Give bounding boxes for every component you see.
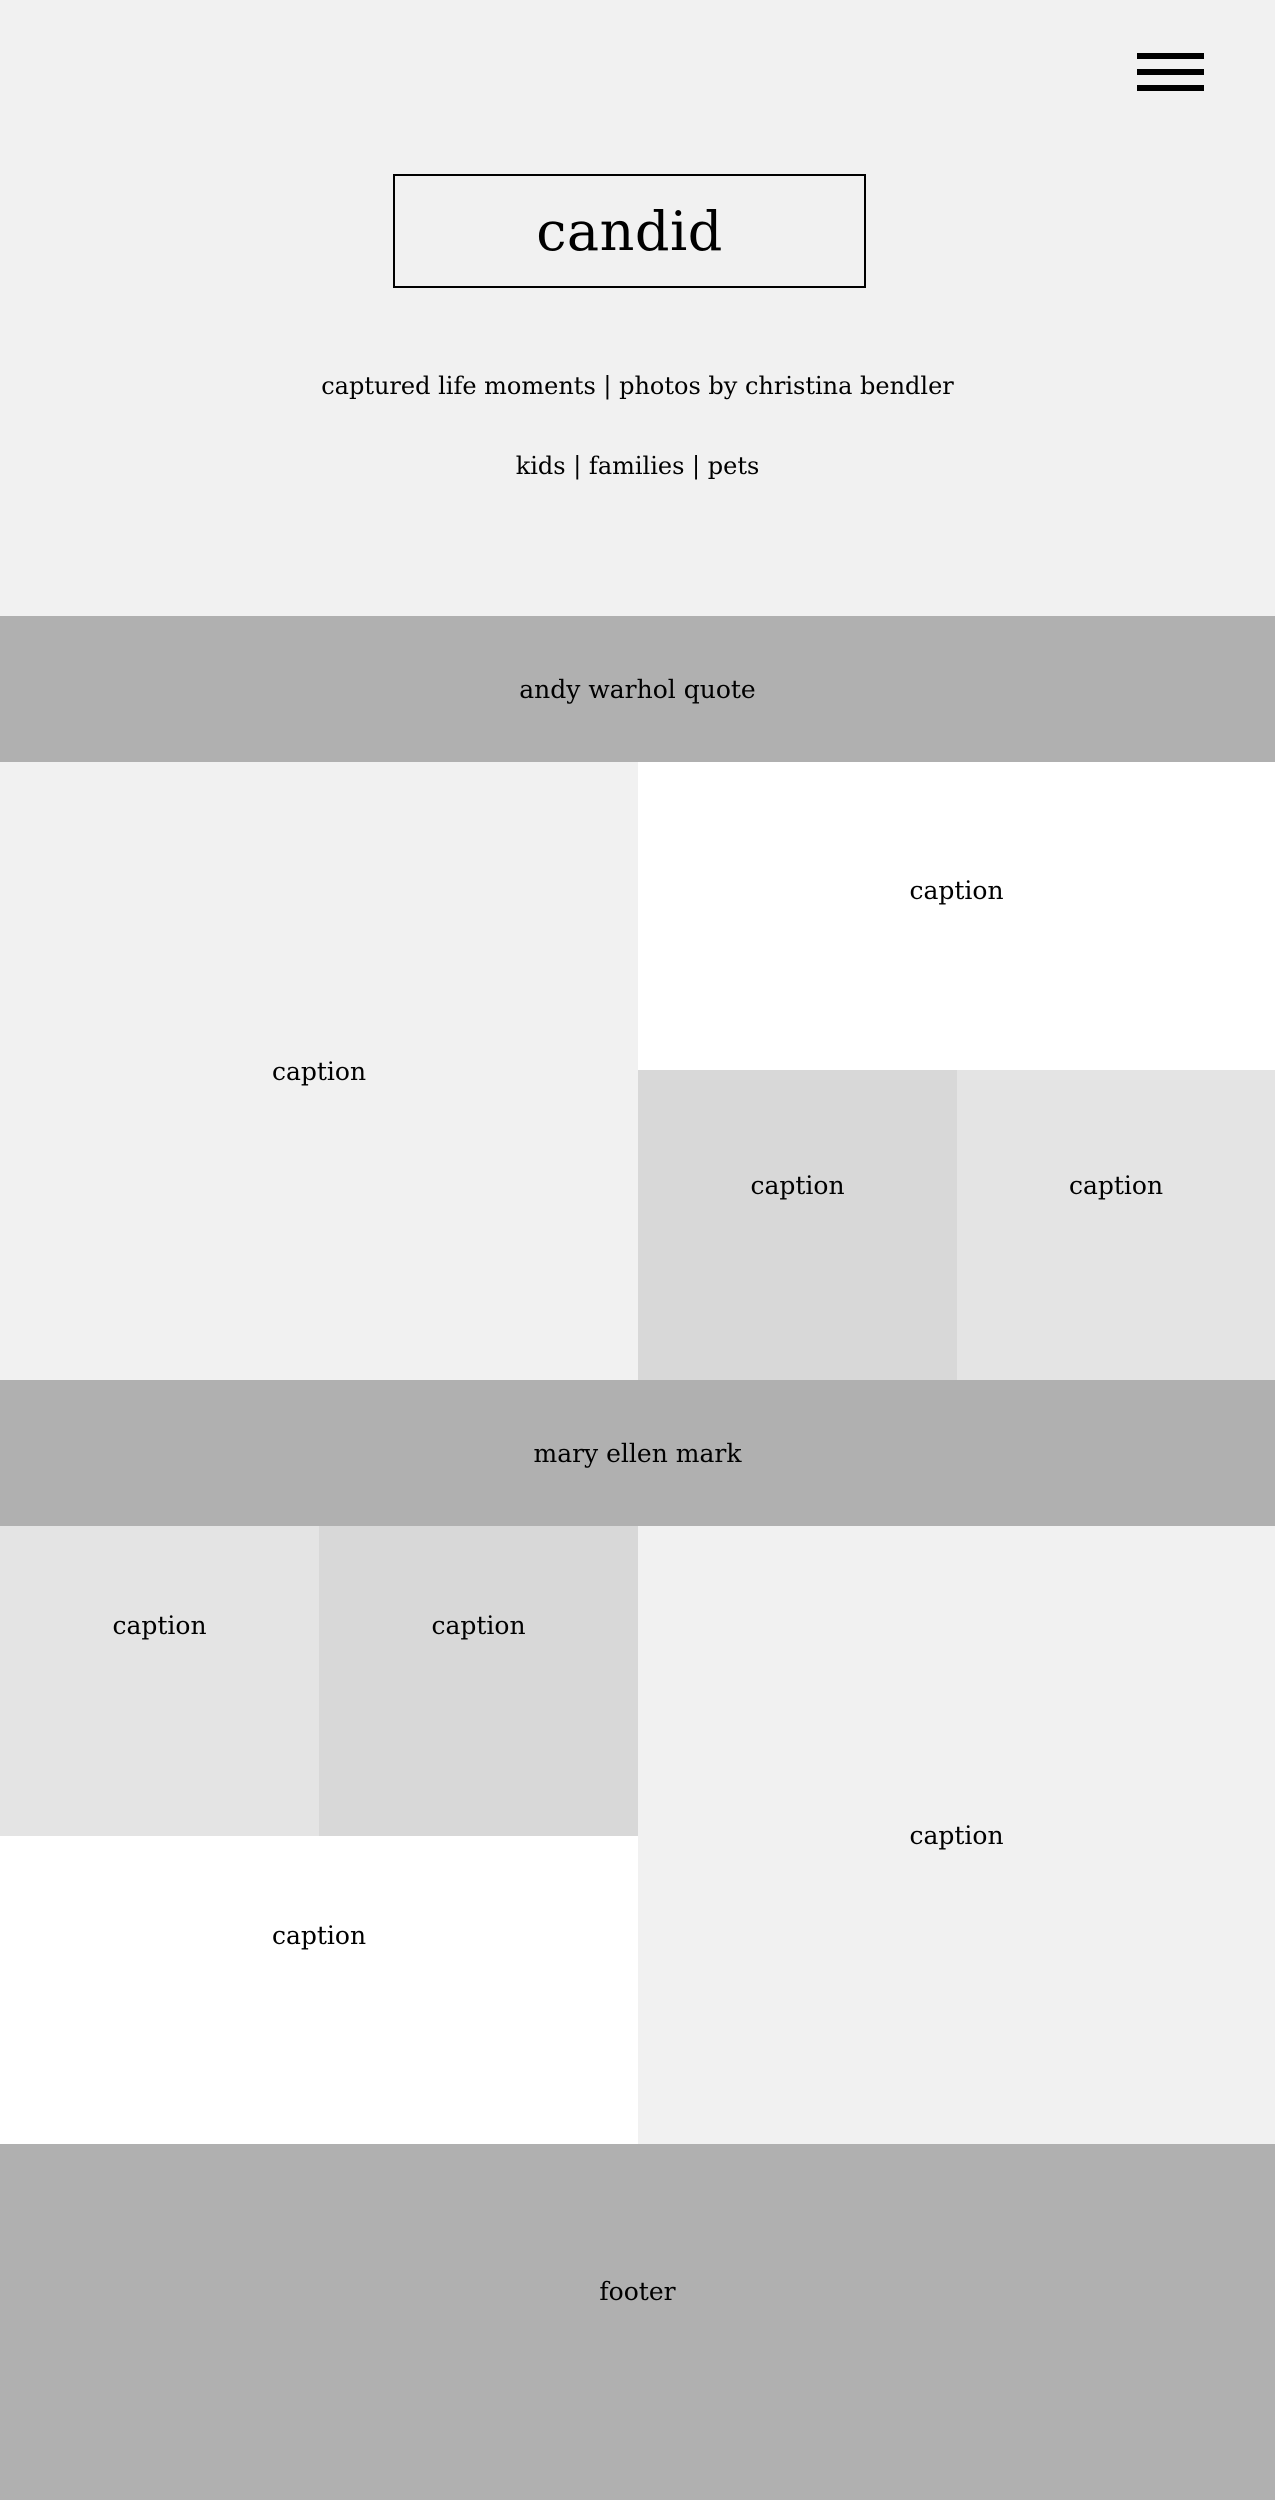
gallery-2-top-left-small-tile[interactable]: caption <box>0 1526 319 1836</box>
menu-bar-middle <box>1137 69 1204 75</box>
page: candid captured life moments | photos by… <box>0 0 1275 2500</box>
gallery-1-large-tile[interactable]: caption <box>0 762 638 1380</box>
gallery-1-bottom-left-small-tile[interactable]: caption <box>638 1070 957 1380</box>
tile-caption: caption <box>750 1171 845 1200</box>
tile-caption: caption <box>1068 1171 1164 1200</box>
hamburger-menu-icon[interactable] <box>1137 53 1204 91</box>
quote-band-mary-ellen-mark: mary ellen mark <box>0 1380 1275 1526</box>
quote-label: andy warhol quote <box>519 674 756 704</box>
category-links: kids | families | pets <box>515 452 760 480</box>
gallery-2-top-right-small-tile[interactable]: caption <box>319 1526 638 1836</box>
menu-bar-bottom <box>1137 85 1204 91</box>
footer-label: footer <box>599 2277 676 2306</box>
gallery-1-top-right-tile[interactable]: caption <box>638 762 1275 1070</box>
menu-bar-top <box>1137 53 1204 59</box>
tile-caption: caption <box>431 1611 526 1640</box>
quote-label: mary ellen mark <box>533 1438 742 1468</box>
tile-caption: caption <box>271 1921 367 1950</box>
site-tagline: captured life moments | photos by christ… <box>321 372 954 400</box>
gallery-2-large-tile[interactable]: caption <box>638 1526 1275 2144</box>
logo[interactable]: candid <box>393 174 866 288</box>
quote-band-warhol: andy warhol quote <box>0 616 1275 762</box>
tile-caption: caption <box>271 1056 367 1086</box>
gallery-2-bottom-wide-tile[interactable]: caption <box>0 1836 638 2144</box>
gallery-1-bottom-right-small-tile[interactable]: caption <box>957 1070 1275 1380</box>
logo-text: candid <box>536 199 723 263</box>
tile-caption: caption <box>112 1611 207 1640</box>
tile-caption: caption <box>909 1820 1004 1850</box>
tile-caption: caption <box>909 876 1004 905</box>
site-header: candid captured life moments | photos by… <box>0 0 1275 616</box>
site-footer: footer <box>0 2144 1275 2500</box>
